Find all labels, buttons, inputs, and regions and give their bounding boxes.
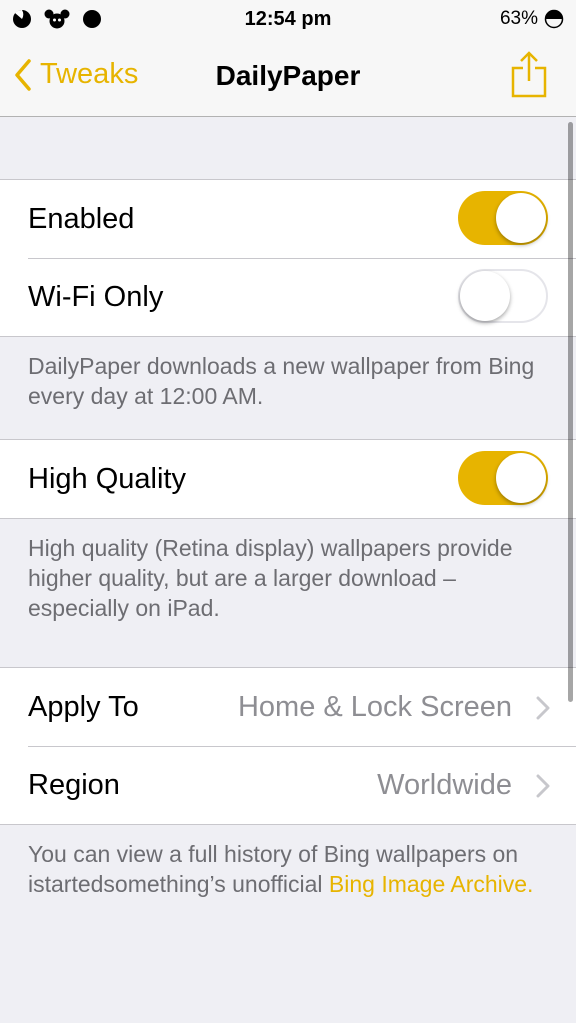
battery-percent: 63% [499,8,538,29]
page-title: DailyPaper [215,60,361,91]
history-note: You can view a full history of Bing wall… [0,825,576,899]
chevron-right-icon [536,774,550,798]
navigation-bar: Tweaks DailyPaper [0,38,576,117]
bing-archive-link[interactable]: Bing Image Archive. [329,871,534,897]
chevron-right-icon [536,696,550,720]
scrollbar[interactable] [568,122,573,702]
region-cell[interactable]: Region Worldwide [0,746,576,824]
share-button[interactable] [510,50,548,103]
toggle-knob [496,453,546,503]
options-group: Apply To Home & Lock Screen Region World… [0,667,576,825]
high-quality-label: High Quality [28,462,186,495]
battery-icon [544,9,564,29]
status-icons-right: 63% [500,8,564,30]
quality-group: High Quality [0,439,576,519]
status-bar: 12:54 pm 63% [0,0,576,38]
region-value: Worldwide [377,768,512,801]
enabled-toggle[interactable] [458,191,548,245]
apply-to-value: Home & Lock Screen [237,690,512,723]
apply-to-cell[interactable]: Apply To Home & Lock Screen [0,668,576,746]
download-note: DailyPaper downloads a new wallpaper fro… [28,353,535,409]
enabled-cell: Enabled [0,180,576,258]
toggle-knob [460,271,510,321]
apply-to-label: Apply To [28,690,139,723]
quality-note: High quality (Retina display) wallpapers… [28,535,513,621]
region-label: Region [28,768,120,801]
wifi-only-label: Wi-Fi Only [28,280,164,313]
general-group: Enabled Wi-Fi Only [0,179,576,337]
toggle-knob [496,193,546,243]
high-quality-cell: High Quality [0,440,576,518]
high-quality-toggle[interactable] [458,451,548,505]
share-icon [511,51,547,98]
settings-content: Enabled Wi-Fi Only DailyPaper downloads … [0,117,576,899]
wifi-only-cell: Wi-Fi Only [0,258,576,336]
status-time: 12:54 pm [244,8,332,30]
wifi-only-toggle[interactable] [458,269,548,323]
enabled-label: Enabled [28,202,135,235]
